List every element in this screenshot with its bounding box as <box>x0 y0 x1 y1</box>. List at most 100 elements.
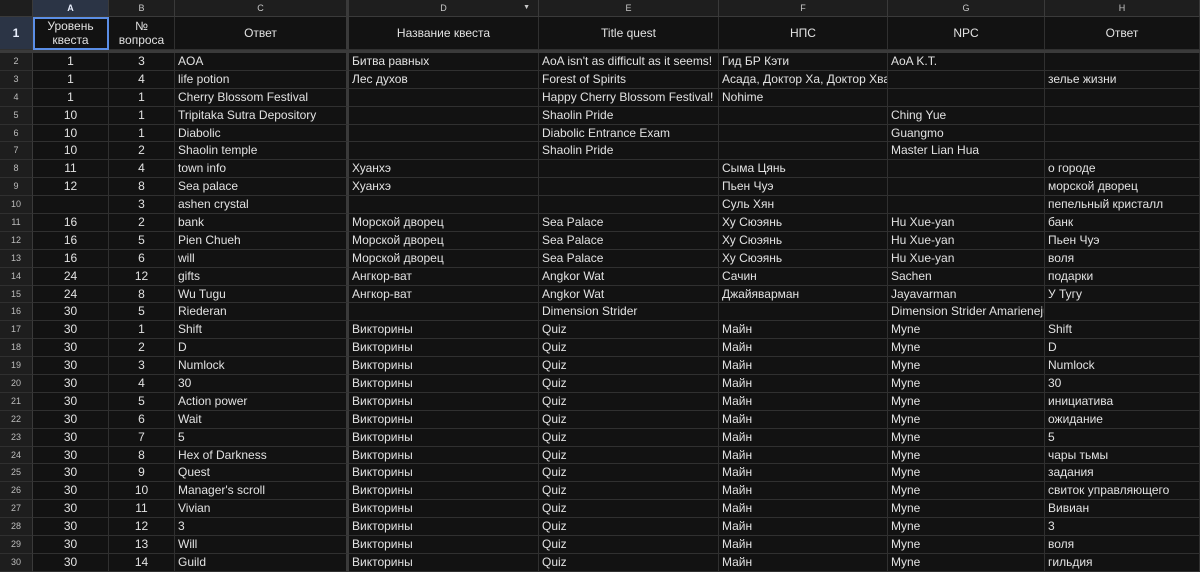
cell-answer[interactable]: Tripitaka Sutra Depository <box>175 106 349 125</box>
cell-title-quest[interactable]: Sea Palace <box>539 249 719 268</box>
cell-npc[interactable] <box>888 88 1045 107</box>
cell-title-quest[interactable]: Quiz <box>539 321 719 340</box>
cell-title-quest[interactable]: Sea Palace <box>539 214 719 232</box>
cell-answer[interactable]: D <box>175 339 349 358</box>
header-cell-title-quest[interactable]: Title quest <box>539 17 719 50</box>
cell-question-number[interactable]: 10 <box>109 482 175 501</box>
cell-level[interactable]: 30 <box>33 375 109 393</box>
dropdown-arrow-icon[interactable]: ▼ <box>523 0 530 16</box>
row-number[interactable]: 15 <box>0 285 33 304</box>
cell-answer-ru[interactable]: зелье жизни <box>1045 70 1200 89</box>
column-header-a[interactable]: A <box>33 0 109 16</box>
column-header-d[interactable]: D ▼ <box>349 0 539 16</box>
cell-answer[interactable]: AOA <box>175 53 349 71</box>
cell-level[interactable]: 12 <box>33 178 109 197</box>
cell-npc[interactable]: Sachen <box>888 267 1045 286</box>
cell-quest-name[interactable]: Лес духов <box>349 70 539 89</box>
cell-answer[interactable]: ashen crystal <box>175 196 349 215</box>
cell-level[interactable]: 30 <box>33 392 109 411</box>
cell-answer-ru[interactable]: воля <box>1045 536 1200 554</box>
cell-nps[interactable]: Сачин <box>719 267 888 286</box>
cell-nps[interactable] <box>719 124 888 143</box>
cell-answer-ru[interactable]: У Тугу <box>1045 285 1200 304</box>
cell-title-quest[interactable]: Quiz <box>539 536 719 554</box>
cell-nps[interactable]: Ху Сюэянь <box>719 214 888 232</box>
cell-level[interactable]: 30 <box>33 303 109 322</box>
row-number[interactable]: 20 <box>0 375 33 393</box>
cell-npc[interactable]: Myne <box>888 392 1045 411</box>
cell-npc[interactable] <box>888 196 1045 215</box>
cell-title-quest[interactable] <box>539 160 719 179</box>
cell-title-quest[interactable]: Shaolin Pride <box>539 142 719 161</box>
row-number[interactable]: 22 <box>0 410 33 429</box>
cell-question-number[interactable]: 7 <box>109 428 175 447</box>
cell-npc[interactable]: Myne <box>888 321 1045 340</box>
cell-title-quest[interactable]: Quiz <box>539 446 719 465</box>
row-number[interactable]: 13 <box>0 249 33 268</box>
row-number[interactable]: 18 <box>0 339 33 358</box>
cell-answer-ru[interactable]: 5 <box>1045 428 1200 447</box>
cell-level[interactable]: 30 <box>33 464 109 483</box>
cell-nps[interactable]: Майн <box>719 321 888 340</box>
cell-nps[interactable]: Майн <box>719 375 888 393</box>
header-cell-answer[interactable]: Ответ <box>175 17 349 50</box>
cell-answer[interactable]: gifts <box>175 267 349 286</box>
cell-answer-ru[interactable]: гильдия <box>1045 553 1200 572</box>
cell-npc[interactable]: Myne <box>888 518 1045 537</box>
cell-npc[interactable]: Myne <box>888 446 1045 465</box>
cell-question-number[interactable]: 12 <box>109 518 175 537</box>
cell-npc[interactable]: Myne <box>888 500 1045 519</box>
cell-answer-ru[interactable] <box>1045 53 1200 71</box>
cell-npc[interactable] <box>888 160 1045 179</box>
header-cell-question-number[interactable]: № вопроса <box>109 17 175 50</box>
cell-question-number[interactable]: 1 <box>109 88 175 107</box>
row-number[interactable]: 8 <box>0 160 33 179</box>
cell-question-number[interactable]: 12 <box>109 267 175 286</box>
cell-npc[interactable]: Myne <box>888 428 1045 447</box>
cell-question-number[interactable]: 1 <box>109 321 175 340</box>
cell-answer-ru[interactable]: подарки <box>1045 267 1200 286</box>
cell-npc[interactable]: Hu Xue-yan <box>888 249 1045 268</box>
cell-answer-ru[interactable]: морской дворец <box>1045 178 1200 197</box>
cell-nps[interactable]: Майн <box>719 339 888 358</box>
cell-answer[interactable]: Numlock <box>175 357 349 376</box>
row-number[interactable]: 1 <box>0 17 33 50</box>
header-cell-quest-name[interactable]: Название квеста <box>349 17 539 50</box>
cell-answer-ru[interactable] <box>1045 124 1200 143</box>
cell-title-quest[interactable]: Quiz <box>539 500 719 519</box>
cell-quest-name[interactable]: Викторины <box>349 536 539 554</box>
cell-level[interactable]: 10 <box>33 106 109 125</box>
row-number[interactable]: 27 <box>0 500 33 519</box>
cell-nps[interactable]: Сыма Цянь <box>719 160 888 179</box>
cell-quest-name[interactable] <box>349 106 539 125</box>
cell-quest-name[interactable] <box>349 88 539 107</box>
row-number[interactable]: 28 <box>0 518 33 537</box>
cell-nps[interactable]: Майн <box>719 518 888 537</box>
cell-npc[interactable]: Dimension Strider Amarieneju <box>888 303 1045 322</box>
cell-answer[interactable]: will <box>175 249 349 268</box>
row-number[interactable]: 5 <box>0 106 33 125</box>
cell-quest-name[interactable]: Морской дворец <box>349 231 539 250</box>
cell-quest-name[interactable]: Хуанхэ <box>349 178 539 197</box>
row-number[interactable]: 26 <box>0 482 33 501</box>
row-number[interactable]: 7 <box>0 142 33 161</box>
cell-npc[interactable] <box>888 70 1045 89</box>
cell-question-number[interactable]: 11 <box>109 500 175 519</box>
row-number[interactable]: 4 <box>0 88 33 107</box>
cell-answer[interactable]: Shaolin temple <box>175 142 349 161</box>
cell-answer[interactable]: 3 <box>175 518 349 537</box>
cell-quest-name[interactable]: Викторины <box>349 482 539 501</box>
cell-nps[interactable]: Майн <box>719 536 888 554</box>
cell-question-number[interactable]: 3 <box>109 357 175 376</box>
cell-nps[interactable]: Пьен Чуэ <box>719 178 888 197</box>
cell-quest-name[interactable]: Викторины <box>349 339 539 358</box>
cell-question-number[interactable]: 3 <box>109 196 175 215</box>
cell-answer-ru[interactable]: инициатива <box>1045 392 1200 411</box>
cell-question-number[interactable]: 2 <box>109 339 175 358</box>
cell-answer[interactable]: Riederan <box>175 303 349 322</box>
cell-answer-ru[interactable]: банк <box>1045 214 1200 232</box>
cell-question-number[interactable]: 6 <box>109 410 175 429</box>
cell-level[interactable]: 1 <box>33 53 109 71</box>
cell-answer-ru[interactable]: пепельный кристалл <box>1045 196 1200 215</box>
row-number[interactable]: 6 <box>0 124 33 143</box>
